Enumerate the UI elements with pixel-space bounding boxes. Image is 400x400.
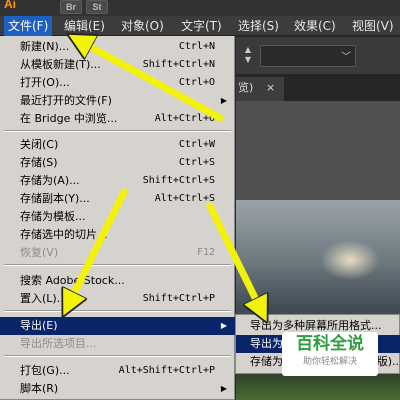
menu-item-browse-in-bridge[interactable]: 在 Bridge 中浏览... Alt+Ctrl+O: [0, 110, 235, 128]
chevron-down-icon[interactable]: ﹀: [341, 48, 351, 63]
menu-select[interactable]: 选择(S): [234, 16, 283, 36]
menu-item-label: 存储(S): [20, 156, 58, 169]
submenu-arrow-icon: ▶: [220, 96, 227, 105]
menu-type[interactable]: 文字(T): [177, 16, 226, 36]
menu-item-label: 存储为(A)...: [20, 174, 80, 187]
menu-separator: [4, 310, 231, 312]
submenu-arrow-icon: ▶: [220, 321, 227, 330]
menu-item-close[interactable]: 关闭(C) Ctrl+W: [0, 136, 235, 154]
menu-item-shortcut: Shift+Ctrl+P: [142, 293, 215, 304]
menu-item-label: 打开(O)...: [20, 76, 70, 89]
menu-item-label: 最近打开的文件(F): [20, 94, 112, 107]
menu-item-save-as-template[interactable]: 存储为模板...: [0, 208, 235, 226]
menu-separator: [4, 355, 231, 357]
control-bar: ▲ ▼ ﹀: [236, 37, 400, 75]
sky-glow: [320, 240, 380, 280]
menu-item-label: 置入(L)...: [20, 292, 68, 305]
menu-item-save-copy[interactable]: 存储副本(Y)... Alt+Ctrl+S: [0, 190, 235, 208]
menu-item-label: 在 Bridge 中浏览...: [20, 112, 118, 125]
menu-item-shortcut: F12: [196, 247, 215, 258]
menu-item-label: 恢复(V): [20, 246, 59, 259]
close-icon[interactable]: ×: [266, 77, 275, 99]
value-combo[interactable]: ﹀: [260, 45, 356, 67]
bridge-icon[interactable]: Br: [60, 0, 82, 14]
menu-item-shortcut: Alt+Shift+Ctrl+P: [118, 365, 215, 376]
menu-item-search-adobe-stock[interactable]: 搜索 Adobe Stock...: [0, 272, 235, 290]
menu-separator: [4, 264, 231, 266]
menu-item-label: 存储选中的切片...: [20, 228, 108, 241]
menu-item-label: 关闭(C): [20, 138, 59, 151]
menu-item-shortcut: Shift+Ctrl+N: [142, 59, 215, 70]
stock-icon[interactable]: St: [86, 0, 108, 14]
menu-item-place[interactable]: 置入(L)... Shift+Ctrl+P: [0, 290, 235, 308]
menu-item-label: 导出(E): [20, 319, 58, 332]
menu-item-label: 新建(N)...: [20, 40, 70, 53]
menu-item-save[interactable]: 存储(S) Ctrl+S: [0, 154, 235, 172]
menu-item-label: 从模板新建(T)...: [20, 58, 101, 71]
menu-item-label: 存储副本(Y)...: [20, 192, 90, 205]
menu-item-export[interactable]: 导出(E) ▶: [0, 317, 235, 335]
app-top-strip: Ai Br St: [0, 0, 400, 16]
menu-item-recent-files[interactable]: 最近打开的文件(F) ▶: [0, 92, 235, 110]
watermark-logo: 百科全说 助你轻松解决: [282, 332, 378, 376]
menu-item-open[interactable]: 打开(O)... Ctrl+O: [0, 74, 235, 92]
menu-item-new[interactable]: 新建(N)... Ctrl+N: [0, 38, 235, 56]
menu-item-shortcut: Alt+Ctrl+S: [154, 193, 215, 204]
menu-item-revert: 恢复(V) F12: [0, 244, 235, 262]
submenu-arrow-icon: ▶: [220, 384, 227, 393]
menu-item-shortcut: Ctrl+O: [178, 77, 215, 88]
menu-item-shortcut: Alt+Ctrl+O: [154, 113, 215, 124]
menu-object[interactable]: 对象(O): [117, 16, 168, 36]
menu-item-save-selected-slices[interactable]: 存储选中的切片...: [0, 226, 235, 244]
menu-bar: 文件(F) 编辑(E) 对象(O) 文字(T) 选择(S) 效果(C) 视图(V…: [0, 16, 400, 36]
menu-item-shortcut: Shift+Ctrl+S: [142, 175, 215, 186]
document-tab-label: 览): [238, 81, 254, 94]
document-tab-bar: 览) ×: [236, 75, 400, 101]
stepper-icon[interactable]: ▲ ▼: [242, 45, 254, 67]
menu-item-save-as[interactable]: 存储为(A)... Shift+Ctrl+S: [0, 172, 235, 190]
menu-item-package[interactable]: 打包(G)... Alt+Shift+Ctrl+P: [0, 362, 235, 380]
file-menu: 新建(N)... Ctrl+N 从模板新建(T)... Shift+Ctrl+N…: [0, 36, 235, 400]
menu-item-shortcut: Ctrl+W: [178, 139, 215, 150]
menu-item-label: 脚本(R): [20, 382, 59, 395]
menu-view[interactable]: 视图(V): [348, 16, 398, 36]
menu-item-label: 搜索 Adobe Stock...: [20, 274, 125, 287]
menu-file[interactable]: 文件(F): [4, 16, 53, 36]
menu-effect[interactable]: 效果(C): [290, 16, 340, 36]
menu-item-new-from-template[interactable]: 从模板新建(T)... Shift+Ctrl+N: [0, 56, 235, 74]
menu-item-shortcut: Ctrl+S: [178, 157, 215, 168]
watermark-title: 百科全说: [296, 334, 364, 353]
menu-item-label: 打包(G)...: [20, 364, 70, 377]
menu-item-scripts[interactable]: 脚本(R) ▶: [0, 380, 235, 398]
watermark-subtitle: 助你轻松解决: [302, 357, 357, 367]
menu-edit[interactable]: 编辑(E): [60, 16, 109, 36]
menu-item-shortcut: Ctrl+N: [178, 41, 215, 52]
document-tab[interactable]: 览) ×: [236, 77, 284, 101]
illustrator-logo: Ai: [4, 0, 16, 11]
menu-item-export-selection: 导出所选项目...: [0, 335, 235, 353]
menu-item-label: 存储为模板...: [20, 210, 86, 223]
menu-item-label: 导出所选项目...: [20, 337, 97, 350]
menu-separator: [4, 130, 231, 132]
